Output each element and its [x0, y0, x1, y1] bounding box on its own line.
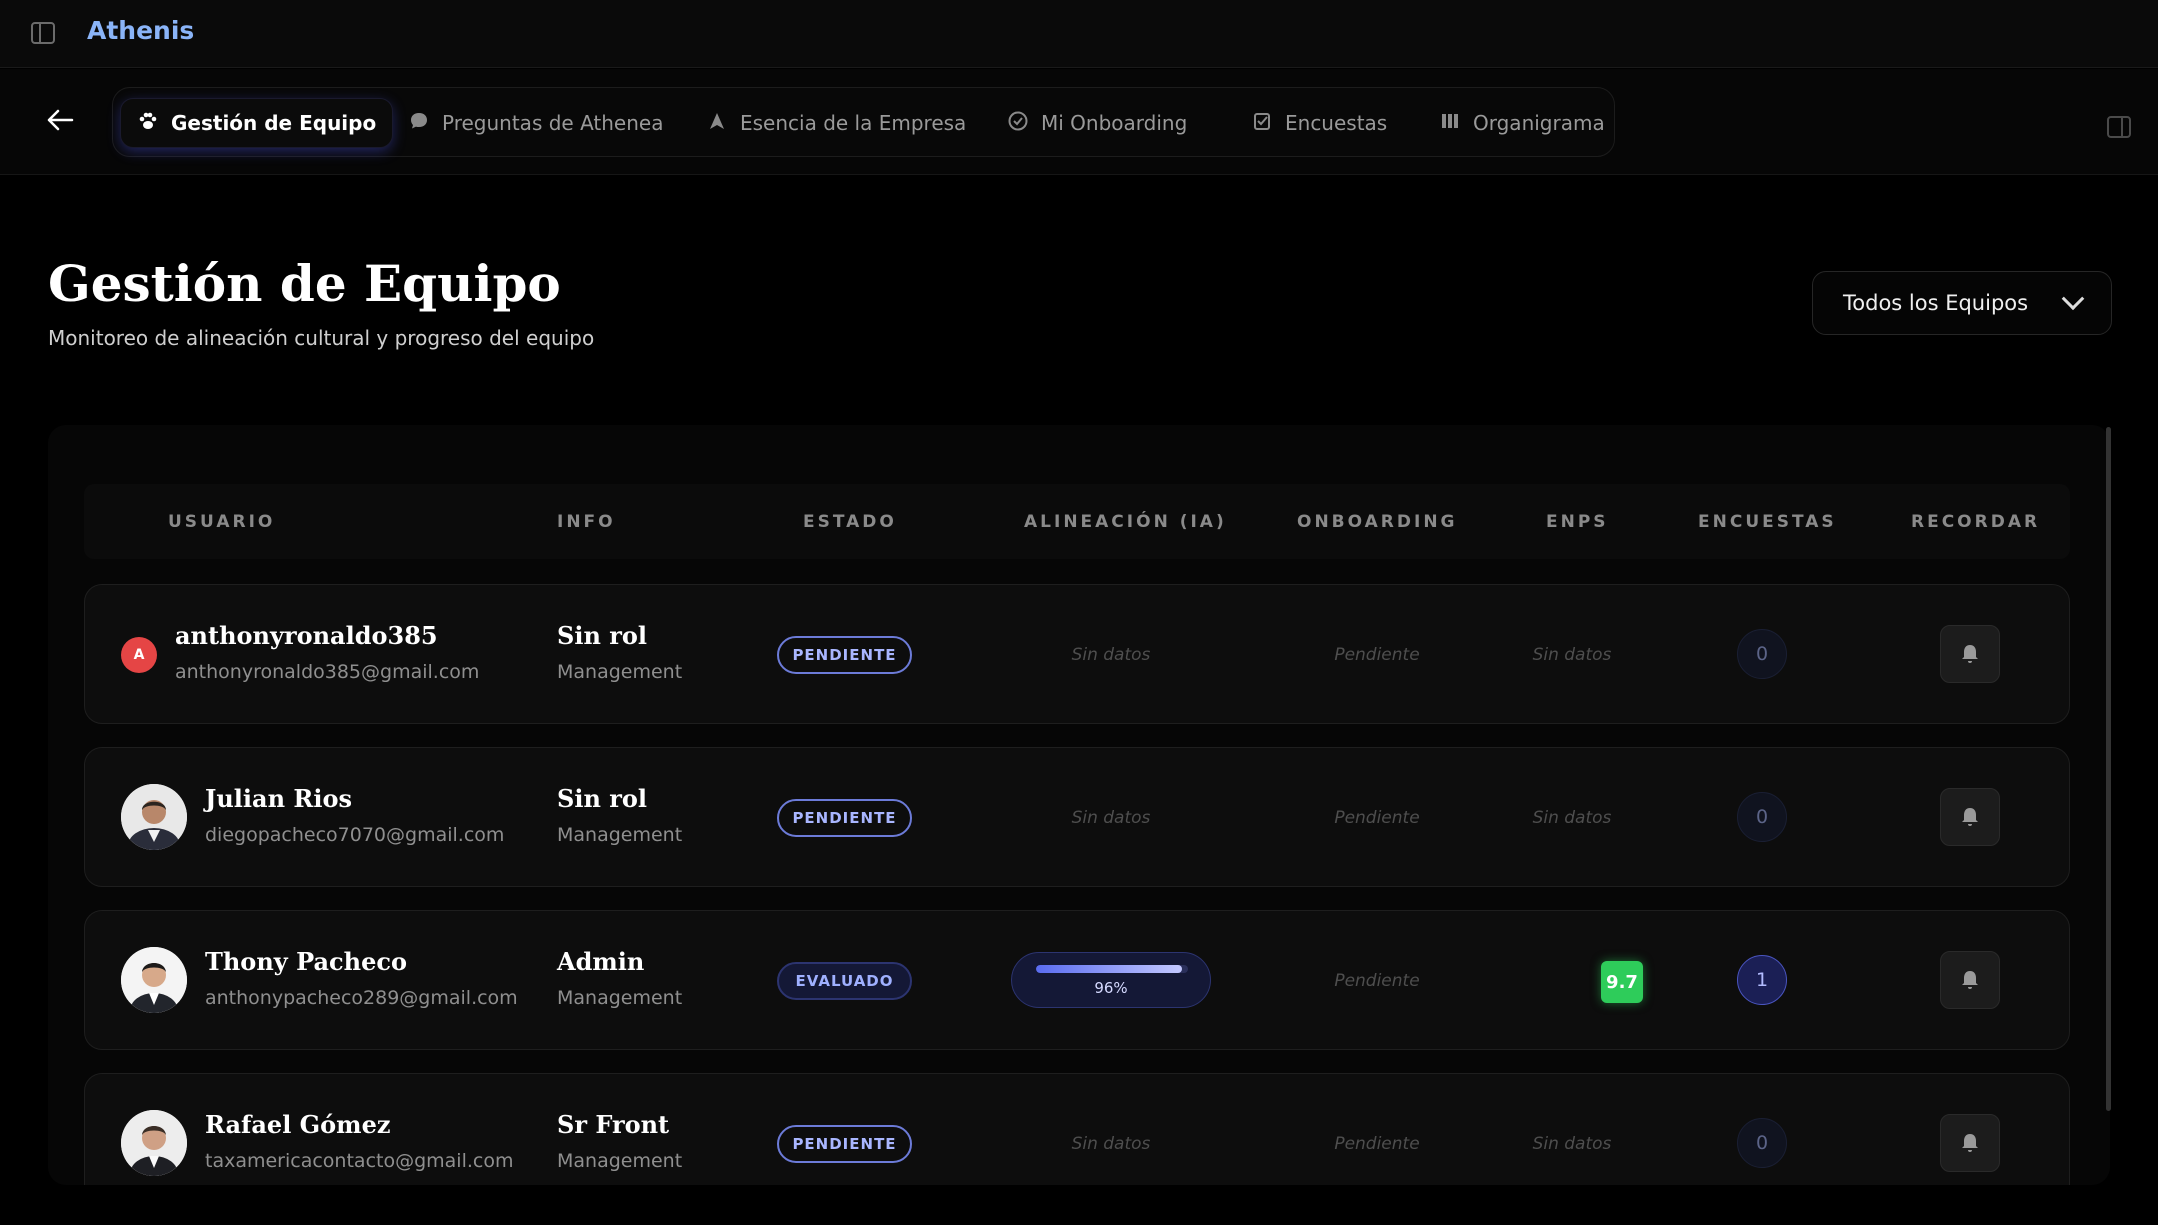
surveys-count: 0: [1737, 1118, 1787, 1168]
tab-mi-onboarding[interactable]: Mi Onboarding: [991, 99, 1203, 147]
onboarding-value: Pendiente: [1334, 971, 1420, 991]
table-row[interactable]: Rafael Gómez taxamericacontacto@gmail.co…: [84, 1073, 2070, 1185]
column-header-usuario: USUARIO: [168, 512, 276, 532]
alignment-progress-fill: [1036, 965, 1182, 973]
tab-esencia-de-la-empresa[interactable]: Esencia de la Empresa: [690, 99, 982, 147]
team-filter-dropdown[interactable]: Todos los Equipos: [1812, 271, 2112, 335]
table-header: USUARIO INFO ESTADO ALINEACIÓN (IA) ONBO…: [84, 484, 2070, 559]
tab-gestion-de-equipo[interactable]: Gestión de Equipo: [121, 99, 393, 147]
user-role: Sin rol: [557, 621, 648, 650]
page-title: Gestión de Equipo: [48, 254, 561, 313]
user-role: Admin: [557, 947, 645, 976]
status-badge: PENDIENTE: [777, 636, 912, 674]
alignment-value: Sin datos: [1071, 808, 1151, 828]
alignment-value: 96%: [1094, 979, 1128, 997]
column-header-alineacion: ALINEACIÓN (IA): [1024, 512, 1227, 532]
user-name: Julian Rios: [205, 784, 352, 813]
enps-value: Sin datos: [1532, 645, 1612, 665]
tab-organigrama[interactable]: Organigrama: [1423, 99, 1621, 147]
avatar: [121, 947, 187, 1013]
paw-icon: [137, 111, 159, 136]
alignment-value: Sin datos: [1071, 645, 1151, 665]
alignment-progress: 96%: [1011, 952, 1211, 1008]
arrow-left-icon: [47, 109, 74, 131]
user-role: Sr Front: [557, 1110, 670, 1139]
tab-label: Gestión de Equipo: [171, 111, 377, 135]
user-department: Management: [557, 824, 683, 846]
onboarding-value: Pendiente: [1334, 645, 1420, 665]
user-department: Management: [557, 1150, 683, 1172]
navigation-arrow-icon: [706, 111, 728, 136]
remind-button[interactable]: [1940, 951, 2000, 1009]
user-department: Management: [557, 661, 683, 683]
columns-icon: [1439, 111, 1461, 136]
tab-label: Preguntas de Athenea: [442, 111, 664, 135]
bell-icon: [1962, 808, 1978, 826]
chevron-down-icon: [2061, 287, 2085, 311]
tab-bar: Gestión de Equipo Preguntas de Athenea E…: [112, 87, 1615, 157]
table-row[interactable]: A anthonyronaldo385 anthonyronaldo385@gm…: [84, 584, 2070, 724]
user-role: Sin rol: [557, 784, 648, 813]
user-email: diegopacheco7070@gmail.com: [205, 824, 505, 846]
sidebar-toggle-icon[interactable]: [31, 22, 55, 44]
avatar: A: [121, 637, 157, 673]
onboarding-value: Pendiente: [1334, 808, 1420, 828]
tab-label: Organigrama: [1473, 111, 1605, 135]
surveys-count: 0: [1737, 792, 1787, 842]
user-email: anthonyronaldo385@gmail.com: [175, 661, 480, 683]
user-name: Rafael Gómez: [205, 1110, 391, 1139]
navigation-bar: Gestión de Equipo Preguntas de Athenea E…: [0, 69, 2158, 175]
brand-logo[interactable]: Athenis: [87, 16, 194, 45]
bell-icon: [1962, 645, 1978, 663]
remind-button[interactable]: [1940, 625, 2000, 683]
remind-button[interactable]: [1940, 1114, 2000, 1172]
chat-icon: [408, 111, 430, 136]
enps-value: Sin datos: [1532, 1134, 1612, 1154]
table-scrollbar[interactable]: [2106, 427, 2111, 1111]
status-badge: PENDIENTE: [777, 799, 912, 837]
app-bar: Athenis: [0, 0, 2158, 68]
table-row[interactable]: Julian Rios diegopacheco7070@gmail.com S…: [84, 747, 2070, 887]
right-panel-toggle-icon[interactable]: [2107, 116, 2131, 138]
alignment-value: Sin datos: [1071, 1134, 1151, 1154]
team-filter-value: Todos los Equipos: [1843, 291, 2029, 315]
check-circle-icon: [1007, 110, 1029, 137]
column-header-estado: ESTADO: [803, 512, 897, 532]
bell-icon: [1962, 971, 1978, 989]
page-subtitle: Monitoreo de alineación cultural y progr…: [48, 326, 595, 350]
user-department: Management: [557, 987, 683, 1009]
user-name: anthonyronaldo385: [175, 621, 438, 650]
column-header-recordar: RECORDAR: [1911, 512, 2041, 532]
enps-score-badge: 9.7: [1601, 961, 1643, 1003]
back-button[interactable]: [44, 105, 76, 135]
alignment-progress-track: [1036, 965, 1188, 973]
table-row[interactable]: Thony Pacheco anthonypacheco289@gmail.co…: [84, 910, 2070, 1050]
checklist-icon: [1251, 111, 1273, 136]
surveys-count: 0: [1737, 629, 1787, 679]
column-header-onboarding: ONBOARDING: [1297, 512, 1458, 532]
bell-icon: [1962, 1134, 1978, 1152]
enps-value: Sin datos: [1532, 808, 1612, 828]
onboarding-value: Pendiente: [1334, 1134, 1420, 1154]
status-badge: PENDIENTE: [777, 1125, 912, 1163]
tab-label: Encuestas: [1285, 111, 1388, 135]
tab-preguntas-de-athenea[interactable]: Preguntas de Athenea: [392, 99, 679, 147]
column-header-info: INFO: [557, 512, 616, 532]
tab-label: Esencia de la Empresa: [740, 111, 967, 135]
column-header-encuestas: ENCUESTAS: [1698, 512, 1837, 532]
tab-encuestas[interactable]: Encuestas: [1235, 99, 1403, 147]
remind-button[interactable]: [1940, 788, 2000, 846]
surveys-count: 1: [1737, 955, 1787, 1005]
tab-label: Mi Onboarding: [1041, 111, 1188, 135]
column-header-enps: ENPS: [1546, 512, 1609, 532]
user-email: anthonypacheco289@gmail.com: [205, 987, 518, 1009]
team-table: USUARIO INFO ESTADO ALINEACIÓN (IA) ONBO…: [48, 425, 2110, 1185]
user-email: taxamericacontacto@gmail.com: [205, 1150, 514, 1172]
avatar: [121, 1110, 187, 1176]
status-badge: EVALUADO: [777, 962, 912, 1000]
avatar: [121, 784, 187, 850]
user-name: Thony Pacheco: [205, 947, 407, 976]
